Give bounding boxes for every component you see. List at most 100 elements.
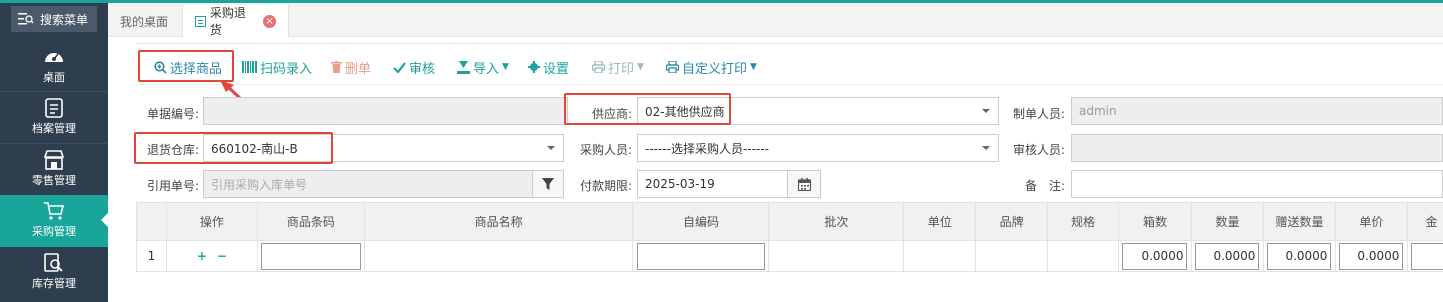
col-header-amount: 金 <box>1406 202 1443 241</box>
col-header-barcode: 商品条码 <box>256 202 365 241</box>
doc-no-label: 单据编号: <box>146 107 199 121</box>
calendar-button[interactable] <box>787 170 821 198</box>
tab-bar: 我的桌面 采购退货 × <box>108 3 1443 37</box>
barcode-cell <box>256 240 365 272</box>
chevron-down-icon: ▼ <box>637 62 644 72</box>
amount-input[interactable] <box>1411 242 1443 270</box>
code-cell <box>632 240 770 272</box>
row-actions: + − <box>165 240 258 272</box>
sidebar-item-label: 零售管理 <box>32 174 76 187</box>
remark-input[interactable] <box>1071 170 1443 198</box>
tab-purchase-return[interactable]: 采购退货 × <box>182 5 289 37</box>
cart-icon <box>44 202 65 220</box>
highlight-supplier <box>564 93 731 125</box>
chevron-down-icon <box>982 109 990 117</box>
main-content: 选择商品 扫码录入 删单 审核 导入 ▼ 设置 打印 ▼ 自定义打印 ▼ 单据编… <box>108 37 1443 302</box>
col-header-box-qty: 箱数 <box>1117 202 1192 241</box>
gift-qty-input[interactable]: 0.0000 <box>1267 242 1332 270</box>
grid-header-row: 操作 商品条码 商品名称 自编码 批次 单位 品牌 规格 箱数 数量 赠送数量 … <box>136 202 1443 241</box>
col-header-brand: 品牌 <box>975 202 1049 241</box>
inventory-icon <box>44 253 63 272</box>
tab-label: 采购退货 <box>209 6 246 37</box>
chevron-down-icon: ▼ <box>502 62 509 72</box>
settings-label: 设置 <box>543 61 570 77</box>
auditor-label: 审核人员: <box>1012 143 1065 157</box>
doc-no-field[interactable] <box>203 97 568 125</box>
due-date-label: 付款期限: <box>579 179 632 193</box>
custom-print-button[interactable]: 自定义打印 ▼ <box>666 51 757 83</box>
batch-cell <box>768 240 905 272</box>
document-icon <box>195 15 206 27</box>
trash-icon <box>331 61 342 73</box>
code-input[interactable] <box>636 242 765 270</box>
sidebar-item-label: 库存管理 <box>32 277 76 290</box>
highlight-warehouse <box>134 132 333 164</box>
qty-input[interactable]: 0.0000 <box>1195 242 1260 270</box>
barcode-input[interactable] <box>260 242 361 270</box>
price-cell: 0.0000 <box>1334 240 1408 272</box>
creator-label: 制单人员: <box>1012 107 1065 121</box>
search-menu-button[interactable]: 搜索菜单 <box>11 6 97 32</box>
table-row: 1 + − 0.0000 0.0000 0.0000 0.0000 <box>136 240 1443 272</box>
auditor-field <box>1071 134 1443 162</box>
chevron-down-icon <box>982 146 990 154</box>
printer-icon <box>592 61 605 73</box>
scan-entry-label: 扫码录入 <box>260 61 313 77</box>
box-qty-input[interactable]: 0.0000 <box>1122 242 1188 270</box>
creator-field: admin <box>1071 97 1443 125</box>
col-header-name: 商品名称 <box>363 202 634 241</box>
store-icon <box>43 150 65 170</box>
ref-no-label: 引用单号: <box>146 179 199 193</box>
close-icon[interactable]: × <box>263 14 276 28</box>
delete-button[interactable]: 删单 <box>331 51 371 83</box>
settings-button[interactable]: 设置 <box>528 51 569 83</box>
col-header-actions: 操作 <box>165 202 258 241</box>
sidebar-item-purchase[interactable]: 采购管理 <box>0 195 108 247</box>
import-icon <box>457 60 470 74</box>
amount-cell <box>1406 240 1443 272</box>
archive-icon <box>45 98 63 118</box>
audit-label: 审核 <box>409 61 436 77</box>
col-header-code: 自编码 <box>632 202 770 241</box>
sidebar-item-inventory[interactable]: 库存管理 <box>0 247 108 299</box>
sidebar-item-label: 桌面 <box>43 71 65 84</box>
add-row-icon[interactable]: + <box>197 249 207 263</box>
buyer-label: 采购人员: <box>579 143 632 157</box>
printer-icon <box>666 61 679 73</box>
sidebar-item-retail[interactable]: 零售管理 <box>0 144 108 196</box>
remove-row-icon[interactable]: − <box>217 249 227 263</box>
col-header-price: 单价 <box>1334 202 1408 241</box>
audit-button[interactable]: 审核 <box>393 51 435 83</box>
buyer-select[interactable]: ------选择采购人员------ <box>637 134 999 162</box>
tab-my-desktop[interactable]: 我的桌面 <box>108 5 181 37</box>
col-header-spec: 规格 <box>1047 202 1119 241</box>
price-input[interactable]: 0.0000 <box>1339 242 1404 270</box>
col-header-unit: 单位 <box>903 202 977 241</box>
sidebar-item-archive[interactable]: 档案管理 <box>0 92 108 144</box>
gear-icon <box>528 61 540 73</box>
col-header-batch: 批次 <box>768 202 905 241</box>
due-date-input[interactable]: 2025-03-19 <box>637 170 788 198</box>
chevron-down-icon: ▼ <box>750 62 757 72</box>
name-cell <box>363 240 634 272</box>
calendar-icon <box>797 177 811 191</box>
sidebar: 搜索菜单 桌面 档案管理 零售管理 采购管理 库存管理 <box>0 3 108 302</box>
print-label: 打印 <box>608 61 635 77</box>
unit-cell <box>903 240 977 272</box>
sidebar-item-label: 采购管理 <box>32 225 76 238</box>
import-button[interactable]: 导入 ▼ <box>457 51 509 83</box>
ref-no-input[interactable]: 引用采购入库单号 <box>203 170 533 198</box>
buyer-value: ------选择采购人员------ <box>645 141 769 156</box>
sidebar-item-desktop[interactable]: 桌面 <box>0 41 108 93</box>
qty-cell: 0.0000 <box>1190 240 1264 272</box>
col-header-index <box>136 202 167 241</box>
search-menu-label: 搜索菜单 <box>40 12 89 27</box>
tab-label: 我的桌面 <box>120 14 169 29</box>
custom-print-label: 自定义打印 <box>682 61 748 77</box>
filter-button[interactable] <box>532 170 564 198</box>
dashboard-icon <box>45 53 63 62</box>
print-button[interactable]: 打印 ▼ <box>592 51 644 83</box>
highlight-select-goods <box>138 50 234 82</box>
toolbar: 选择商品 扫码录入 删单 审核 导入 ▼ 设置 打印 ▼ 自定义打印 ▼ <box>136 51 1443 85</box>
import-label: 导入 <box>473 61 500 77</box>
